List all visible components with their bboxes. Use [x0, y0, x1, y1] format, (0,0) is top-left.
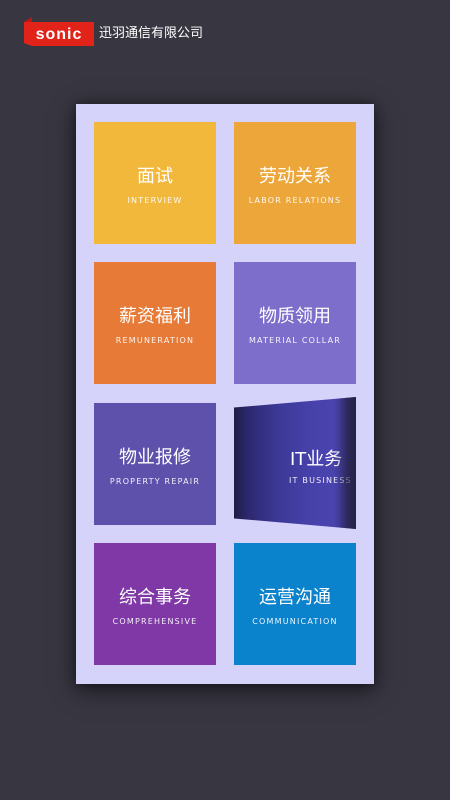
- tile-title: 运营沟通: [259, 587, 331, 608]
- sonic-logo: sonic: [24, 17, 94, 51]
- logo-text: sonic: [35, 25, 83, 43]
- tile-labor-relations[interactable]: 劳动关系 LABOR RELATIONS: [234, 122, 356, 244]
- menu-panel: 面试 INTERVIEW 劳动关系 LABOR RELATIONS 薪资福利 R…: [76, 104, 374, 684]
- tile-title: 薪资福利: [119, 306, 191, 327]
- tile-title: 物业报修: [119, 447, 191, 468]
- tile-remuneration[interactable]: 薪资福利 REMUNERATION: [94, 262, 216, 384]
- tile-title: 综合事务: [119, 587, 191, 608]
- tile-subtitle: REMUNERATION: [115, 336, 195, 345]
- tile-material-collar[interactable]: 物质领用 MATERIAL COLLAR: [234, 262, 356, 384]
- app-header: sonic 迅羽通信有限公司: [0, 0, 450, 70]
- tile-subtitle: COMPREHENSIVE: [112, 617, 198, 626]
- tile-subtitle: INTERVIEW: [127, 196, 183, 205]
- tile-property-repair[interactable]: 物业报修 PROPERTY REPAIR: [94, 403, 216, 525]
- tile-subtitle: MATERIAL COLLAR: [248, 336, 342, 345]
- tile-comprehensive[interactable]: 综合事务 COMPREHENSIVE: [94, 543, 216, 665]
- tile-it-business[interactable]: IT业务 IT BUSINESS: [234, 397, 356, 529]
- tile-title: 劳动关系: [259, 166, 331, 187]
- tile-interview[interactable]: 面试 INTERVIEW: [94, 122, 216, 244]
- tile-subtitle: COMMUNICATION: [252, 617, 338, 626]
- company-name: 迅羽通信有限公司: [99, 26, 204, 41]
- tile-title: 物质领用: [259, 306, 331, 327]
- tile-subtitle: LABOR RELATIONS: [248, 196, 342, 205]
- tile-title: 面试: [137, 166, 173, 187]
- tile-communication[interactable]: 运营沟通 COMMUNICATION: [234, 543, 356, 665]
- flip-shadow: [334, 397, 356, 529]
- tile-subtitle: PROPERTY REPAIR: [109, 477, 201, 486]
